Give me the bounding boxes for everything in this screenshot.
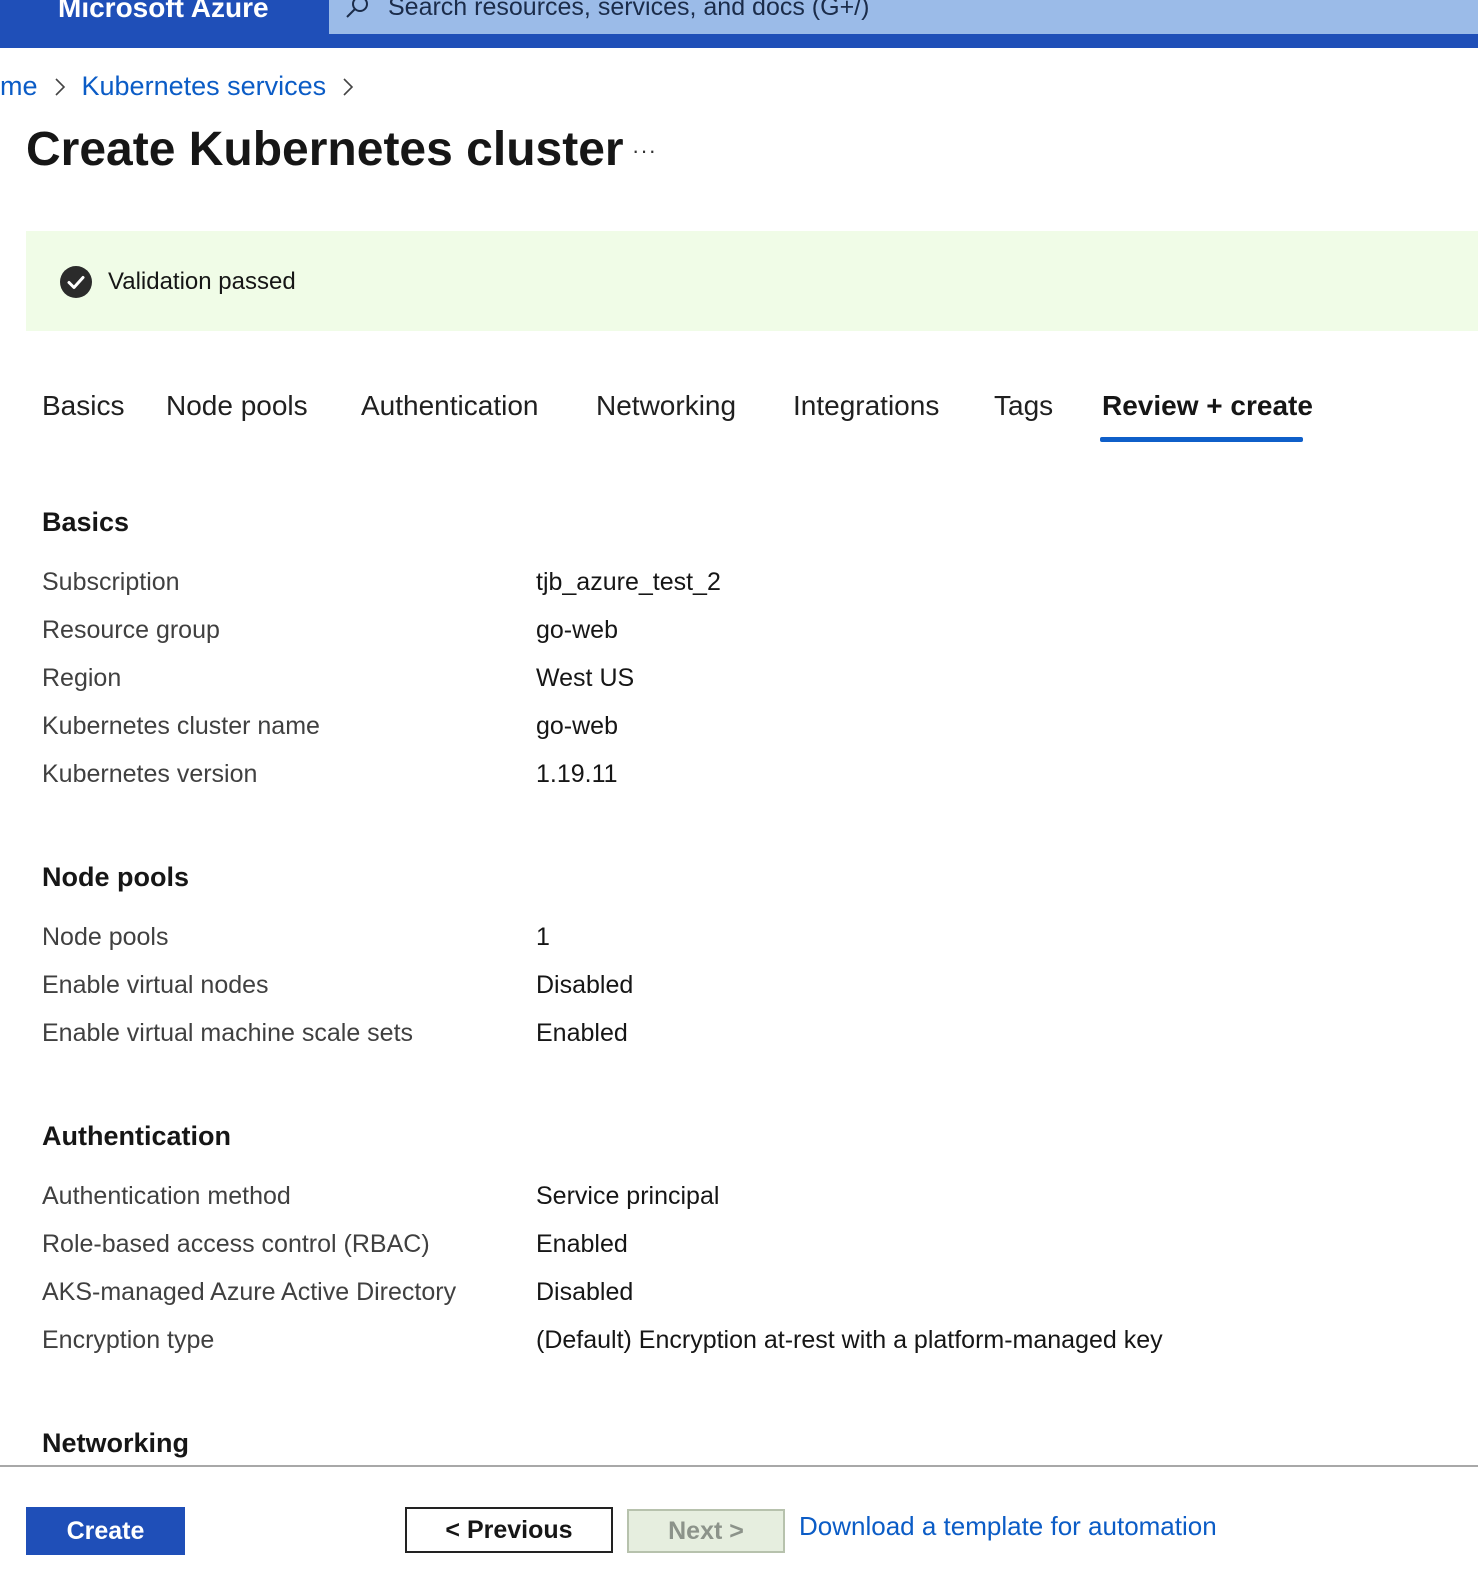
section-title-networking: Networking: [42, 1428, 190, 1458]
row-value: Disabled: [536, 1278, 634, 1306]
row-value: 1.19.11: [536, 760, 618, 788]
tab-networking[interactable]: Networking: [596, 390, 736, 422]
chevron-right-icon: [326, 71, 370, 102]
row-label: Enable virtual nodes: [42, 971, 269, 999]
row-label: Enable virtual machine scale sets: [42, 1019, 414, 1047]
row-label: Subscription: [42, 568, 180, 596]
check-circle-icon: [60, 266, 92, 298]
validation-status-text: Validation passed: [108, 268, 296, 295]
row-value: go-web: [536, 616, 618, 644]
download-template-link[interactable]: Download a template for automation: [799, 1511, 1217, 1542]
tab-authentication[interactable]: Authentication: [361, 390, 538, 422]
row-label: Role-based access control (RBAC): [42, 1230, 430, 1258]
previous-button[interactable]: < Previous: [405, 1507, 613, 1553]
active-tab-indicator: [1100, 437, 1303, 442]
breadcrumb-kubernetes-services[interactable]: Kubernetes services: [82, 71, 327, 102]
row-label: Resource group: [42, 616, 220, 644]
breadcrumb: me Kubernetes services: [0, 70, 370, 102]
tab-node-pools[interactable]: Node pools: [166, 390, 308, 422]
row-value: (Default) Encryption at-rest with a plat…: [536, 1326, 1163, 1354]
row-label: Encryption type: [42, 1326, 215, 1354]
footer-divider: [0, 1465, 1478, 1467]
section-title-authentication: Authentication: [42, 1121, 231, 1151]
row-label: Region: [42, 664, 122, 692]
tab-tags[interactable]: Tags: [994, 390, 1053, 422]
row-value: go-web: [536, 712, 618, 740]
section-title-basics: Basics: [42, 507, 130, 537]
row-value: West US: [536, 664, 635, 692]
brand-link[interactable]: Microsoft Azure: [58, 0, 269, 24]
row-value: Enabled: [536, 1230, 628, 1258]
section-title-node-pools: Node pools: [42, 862, 189, 892]
tab-basics[interactable]: Basics: [42, 390, 124, 422]
row-label: AKS-managed Azure Active Directory: [42, 1278, 457, 1306]
search-placeholder: Search resources, services, and docs (G+…: [388, 0, 870, 21]
search-icon: [346, 0, 368, 18]
breadcrumb-home[interactable]: me: [0, 71, 38, 102]
page-title: Create Kubernetes cluster: [26, 123, 624, 176]
tab-review-create[interactable]: Review + create: [1102, 390, 1313, 422]
row-value: Service principal: [536, 1182, 720, 1210]
row-value: tjb_azure_test_2: [536, 568, 721, 596]
row-value: Disabled: [536, 971, 634, 999]
row-label: Node pools: [42, 923, 169, 951]
row-value: Enabled: [536, 1019, 628, 1047]
create-button[interactable]: Create: [26, 1507, 185, 1555]
row-label: Kubernetes cluster name: [42, 712, 320, 740]
tab-integrations[interactable]: Integrations: [793, 390, 939, 422]
row-label: Kubernetes version: [42, 760, 258, 788]
row-value: 1: [536, 923, 550, 951]
more-options-icon[interactable]: ···: [632, 138, 657, 164]
next-button[interactable]: Next >: [627, 1509, 785, 1553]
chevron-right-icon: [38, 71, 82, 102]
row-label: Authentication method: [42, 1182, 291, 1210]
